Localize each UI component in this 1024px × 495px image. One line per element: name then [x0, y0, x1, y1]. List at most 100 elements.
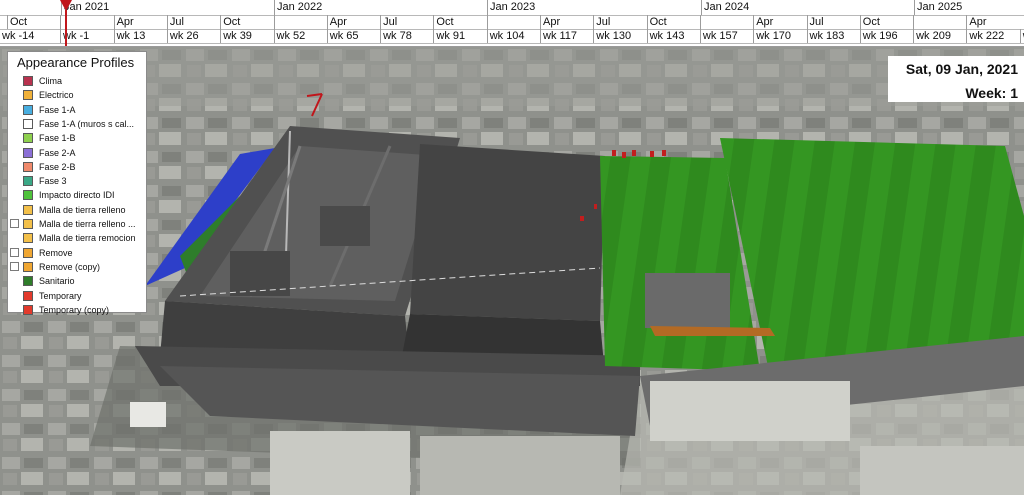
- timeline-playhead-icon[interactable]: [60, 0, 72, 12]
- timeline-month-cell: Oct: [7, 15, 60, 29]
- legend-color-swatch: [23, 118, 33, 129]
- timeline-month-cell: [699, 15, 753, 29]
- timeline-month-cell: [486, 15, 540, 29]
- background-haze: [0, 46, 1024, 106]
- legend-item[interactable]: Temporary: [8, 289, 146, 303]
- legend-item-label: Remove (copy): [39, 261, 101, 272]
- legend-color-swatch: [23, 204, 33, 215]
- timeline-week-cell: wk 78: [380, 29, 433, 43]
- legend-color-swatch: [23, 147, 33, 158]
- legend-item-label: Clima: [39, 76, 63, 86]
- timeline-week-cell: wk 26: [166, 29, 220, 43]
- legend-item[interactable]: Impacto directo IDI: [8, 188, 146, 202]
- legend-color-swatch: [23, 304, 33, 315]
- timeline-week-cell: wk -14: [2, 30, 35, 42]
- timeline-month-cell: [273, 15, 327, 29]
- timeline-week-cell: wk 91: [433, 29, 486, 43]
- legend-item[interactable]: Fase 1-A: [8, 103, 146, 117]
- timeline-month-cell: Jul: [806, 15, 860, 29]
- legend-item[interactable]: Malla de tierra remocion: [8, 231, 146, 245]
- legend-color-swatch: [23, 233, 33, 244]
- timeline-week-cell: wk 52: [273, 29, 327, 43]
- timeline-week-cell: wk 170: [753, 29, 806, 43]
- legend-color-swatch: [23, 261, 33, 272]
- timeline-week-cell: wk 222: [966, 29, 1019, 43]
- ground-block: [270, 431, 410, 495]
- timeline-month-cell: Apr: [753, 15, 806, 29]
- legend-item[interactable]: Fase 1-A (muros s cal...: [8, 117, 146, 131]
- legend-item[interactable]: Remove (copy): [8, 260, 146, 274]
- current-date: Sat, 09 Jan, 2021: [905, 61, 1018, 77]
- legend-item[interactable]: Remove: [8, 246, 146, 260]
- timeline-month-cell: Apr: [540, 15, 593, 29]
- timeline-week-cell: wk 235: [1019, 29, 1024, 43]
- timeline-month-cell: Oct: [859, 15, 913, 29]
- timeline-week-cell: wk 39: [220, 29, 273, 43]
- timeline-month-cell: [913, 15, 966, 29]
- legend-item-label: Fase 3: [39, 176, 67, 187]
- green-field-right: [720, 138, 1024, 376]
- timeline-month-cell: Oct: [220, 15, 273, 29]
- timeline-months-row: Oct Apr Jul Oct Apr Jul Oct Apr Jul Oct Apr Jul Oct A…: [0, 15, 1024, 30]
- legend-color-swatch: [23, 247, 33, 258]
- timeline-week-cell: wk 183: [806, 29, 860, 43]
- timeline-weeks-row: wk -14 wk -1 wk 13 wk 26 wk 39 wk 52 wk 65 wk 7…: [0, 29, 1024, 44]
- timeline-week-cell: wk 65: [326, 29, 380, 43]
- timeline-year-cell: Jan 2021: [61, 0, 274, 15]
- legend-color-swatch: [23, 133, 33, 144]
- timeline-month-cell: Jul: [593, 15, 646, 29]
- legend-item-label: Sanitario: [39, 276, 75, 287]
- timeline-week-cell: wk -1: [60, 29, 114, 43]
- timeline-years-row: Jan 2021 Jan 2022 Jan 2023 Jan 2024 Jan 2025: [0, 0, 1024, 16]
- legend-item[interactable]: Malla de tierra relleno ...: [8, 217, 146, 231]
- legend-item[interactable]: Malla de tierra relleno: [8, 203, 146, 217]
- timeline-month-cell: Oct: [433, 15, 486, 29]
- building-room: [320, 206, 370, 246]
- legend-checkbox[interactable]: [10, 247, 19, 257]
- current-week: Week: 1: [965, 85, 1018, 101]
- timeline-year-cell: Jan 2024: [701, 0, 914, 15]
- legend-item-label: Impacto directo IDI: [39, 190, 115, 201]
- legend-title: Appearance Profiles: [17, 55, 135, 70]
- timeline-week-cell: wk 117: [540, 29, 593, 43]
- legend-color-swatch: [23, 276, 33, 287]
- timeline-month-cell: Jul: [380, 15, 433, 29]
- timeline-year-cell: Jan 2025: [914, 0, 1024, 15]
- field-structure: [645, 273, 730, 328]
- ground-block: [420, 436, 620, 495]
- timeline-week-cell: wk 209: [913, 29, 966, 43]
- model-viewport[interactable]: [0, 46, 1024, 495]
- legend-item-label: Fase 2-A: [39, 147, 76, 158]
- timeline-month-cell: Apr: [113, 15, 167, 29]
- timeline-week-cell: wk 196: [859, 29, 913, 43]
- timeline-month-cell: Oct: [646, 15, 700, 29]
- timeline-ruler[interactable]: Jan 2021 Jan 2022 Jan 2023 Jan 2024 Jan 2025…: [0, 0, 1024, 47]
- legend-item-label: Malla de tierra remocion: [39, 233, 136, 244]
- legend-item[interactable]: Fase 2-B: [8, 160, 146, 174]
- ground-block: [860, 446, 1024, 495]
- legend-item-label: Electrico: [39, 90, 74, 101]
- legend-item[interactable]: Fase 3: [8, 174, 146, 188]
- legend-item[interactable]: Clima: [8, 74, 146, 88]
- legend-item-label: Temporary (copy): [39, 304, 110, 315]
- timeline-week-cell: wk 143: [646, 29, 700, 43]
- legend-item[interactable]: Temporary (copy): [8, 303, 146, 317]
- legend-checkbox[interactable]: [10, 219, 19, 228]
- timeline-current-line: [65, 10, 67, 46]
- legend-item-label: Malla de tierra relleno: [39, 204, 126, 215]
- legend-item-label: Fase 1-A: [39, 104, 76, 115]
- legend-item[interactable]: Sanitario: [8, 274, 146, 288]
- legend-color-swatch: [23, 161, 33, 172]
- legend-item[interactable]: Fase 2-A: [8, 146, 146, 160]
- legend-item[interactable]: Fase 1-B: [8, 131, 146, 145]
- legend-color-swatch: [23, 290, 33, 301]
- timeline-year-cell: Jan 2022: [274, 0, 487, 15]
- legend-item-label: Remove: [39, 247, 73, 258]
- timeline-year-cell: Jan 2023: [487, 0, 701, 15]
- timeline-week-cell: wk 13: [113, 29, 167, 43]
- timeline-week-cell: wk 157: [699, 29, 753, 43]
- legend-checkbox[interactable]: [10, 261, 19, 271]
- legend-color-swatch: [23, 219, 33, 229]
- legend-item[interactable]: Electrico: [8, 88, 146, 102]
- legend-item-label: Temporary: [39, 290, 82, 301]
